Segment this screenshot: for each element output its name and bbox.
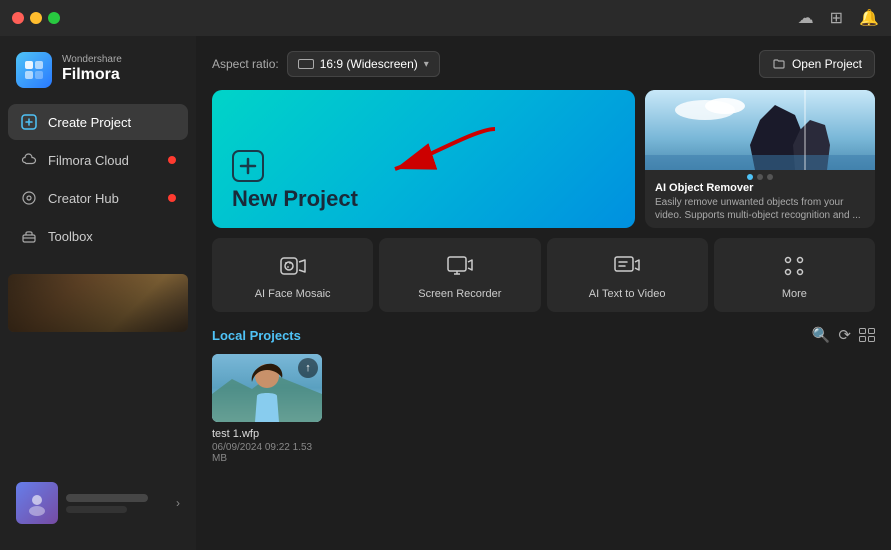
project-name: test 1.wfp — [212, 428, 322, 440]
topbar: Aspect ratio: 16:9 (Widescreen) ▾ Open P… — [212, 50, 875, 78]
chevron-right-icon: › — [176, 496, 180, 510]
local-projects-title: Local Projects — [212, 328, 301, 343]
maximize-button[interactable] — [48, 12, 60, 24]
close-button[interactable] — [12, 12, 24, 24]
dot-3 — [767, 174, 773, 180]
logo-brand: Wondershare — [62, 55, 122, 65]
minimize-button[interactable] — [30, 12, 42, 24]
open-project-label: Open Project — [792, 57, 862, 71]
main-layout: Wondershare Filmora Create Project — [0, 36, 891, 550]
sidebar-item-create-project[interactable]: Create Project — [8, 104, 188, 140]
project-meta: 06/09/2024 09:22 1.53 MB — [212, 442, 322, 464]
ai-text-to-video-button[interactable]: AI Text to Video — [547, 238, 708, 312]
sidebar-item-creator-hub[interactable]: Creator Hub — [8, 180, 188, 216]
project-thumbnail: ↑ — [212, 354, 322, 422]
quick-actions: AI Face Mosaic Screen Recorder — [212, 238, 875, 312]
section-tools: 🔍 ⟳ — [812, 326, 875, 344]
dot-1 — [747, 174, 753, 180]
screen-recorder-button[interactable]: Screen Recorder — [379, 238, 540, 312]
dot-2 — [757, 174, 763, 180]
toolbox-icon — [20, 227, 38, 245]
sidebar-item-label: Creator Hub — [48, 191, 119, 206]
more-button[interactable]: More — [714, 238, 875, 312]
project-card[interactable]: ↑ test 1.wfp 06/09/2024 09:22 1.53 MB — [212, 354, 322, 464]
aspect-ratio-row: Aspect ratio: 16:9 (Widescreen) ▾ — [212, 51, 440, 77]
ai-feature-card[interactable]: AI Object Remover Easily remove unwanted… — [645, 90, 875, 228]
ai-face-mosaic-icon — [277, 250, 309, 282]
ai-face-mosaic-label: AI Face Mosaic — [255, 288, 331, 300]
search-icon[interactable]: 🔍 — [812, 326, 831, 344]
new-project-content: New Project — [232, 150, 358, 212]
new-project-plus-icon — [232, 150, 358, 182]
content-area: Aspect ratio: 16:9 (Widescreen) ▾ Open P… — [196, 36, 891, 550]
screen-recorder-label: Screen Recorder — [418, 288, 501, 300]
ai-feature-title: AI Object Remover — [645, 182, 875, 196]
upload-icon: ↑ — [298, 358, 318, 378]
aspect-ratio-select[interactable]: 16:9 (Widescreen) ▾ — [287, 51, 440, 77]
sidebar: Wondershare Filmora Create Project — [0, 36, 196, 550]
hero-row: New Project — [212, 90, 875, 228]
sidebar-item-label: Toolbox — [48, 229, 93, 244]
ai-feature-description: Easily remove unwanted objects from your… — [645, 196, 875, 222]
sidebar-item-label: Create Project — [48, 115, 131, 130]
window-controls[interactable] — [12, 12, 60, 24]
grid-icon[interactable]: ⊞ — [830, 8, 843, 28]
creator-hub-icon — [20, 189, 38, 207]
project-date: 06/09/2024 09:22 — [212, 442, 290, 453]
cloud-nav-icon — [20, 151, 38, 169]
open-project-button[interactable]: Open Project — [759, 50, 875, 78]
ai-feature-image — [645, 90, 875, 170]
arrow-overlay — [365, 119, 525, 199]
sidebar-thumb-1[interactable] — [8, 274, 188, 332]
sidebar-recent-projects — [0, 270, 196, 340]
avatar-image — [16, 482, 58, 524]
grid-view-icon[interactable] — [859, 328, 875, 342]
sidebar-item-label: Filmora Cloud — [48, 153, 129, 168]
more-icon — [778, 250, 810, 282]
project-grid: ↑ test 1.wfp 06/09/2024 09:22 1.53 MB — [212, 354, 875, 464]
local-projects-header: Local Projects 🔍 ⟳ — [212, 326, 875, 344]
sidebar-nav: Create Project Filmora Cloud — [0, 104, 196, 254]
island-scene — [645, 90, 875, 170]
screen-recorder-icon — [444, 250, 476, 282]
logo-icon — [16, 52, 52, 88]
dropdown-arrow: ▾ — [424, 59, 429, 70]
aspect-ratio-value: 16:9 (Widescreen) — [320, 57, 418, 71]
notification-badge — [168, 194, 176, 202]
ai-feature-dots — [645, 170, 875, 182]
titlebar-right-icons: ☁ ⊞ 🔔 — [798, 8, 879, 28]
more-label: More — [782, 288, 807, 300]
aspect-ratio-label: Aspect ratio: — [212, 57, 279, 71]
titlebar: ☁ ⊞ 🔔 — [0, 0, 891, 36]
notification-badge — [168, 156, 176, 164]
sidebar-item-toolbox[interactable]: Toolbox — [8, 218, 188, 254]
cloud-icon[interactable]: ☁ — [798, 8, 814, 28]
new-project-card[interactable]: New Project — [212, 90, 635, 228]
logo-text: Wondershare Filmora — [62, 55, 122, 84]
bell-icon[interactable]: 🔔 — [859, 8, 879, 28]
ai-text-to-video-label: AI Text to Video — [589, 288, 666, 300]
create-project-icon — [20, 113, 38, 131]
user-avatar — [16, 482, 58, 524]
user-profile-item[interactable]: › — [8, 476, 188, 530]
refresh-icon[interactable]: ⟳ — [838, 326, 851, 344]
logo-name: Filmora — [62, 65, 122, 84]
ai-face-mosaic-button[interactable]: AI Face Mosaic — [212, 238, 373, 312]
app-logo: Wondershare Filmora — [0, 48, 196, 104]
ai-text-to-video-icon — [611, 250, 643, 282]
new-project-label: New Project — [232, 186, 358, 212]
sidebar-bottom: › — [0, 468, 196, 538]
sidebar-item-filmora-cloud[interactable]: Filmora Cloud — [8, 142, 188, 178]
